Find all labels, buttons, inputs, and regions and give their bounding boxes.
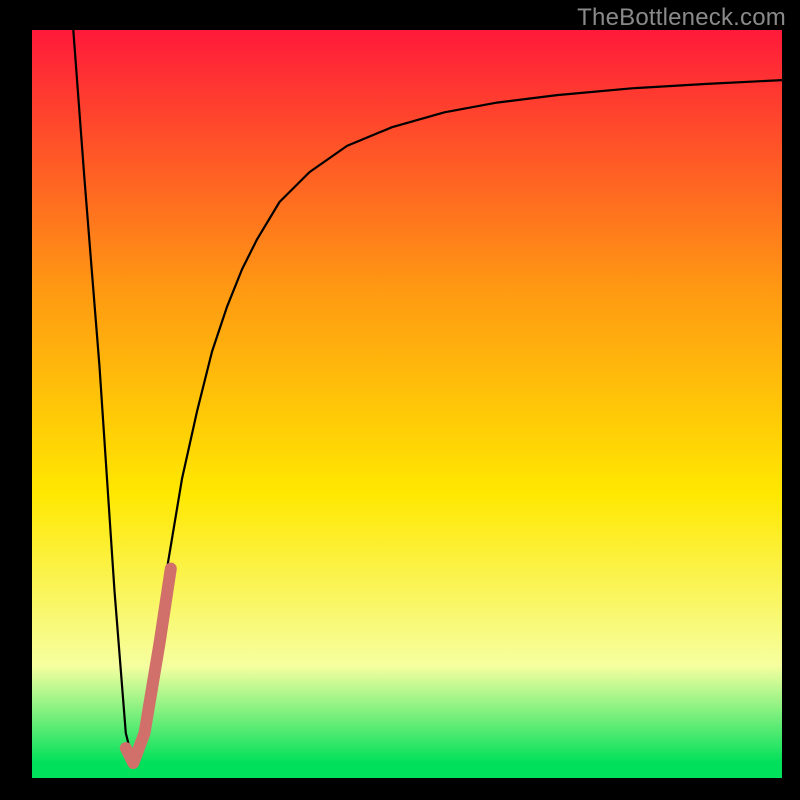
watermark-text: TheBottleneck.com xyxy=(577,4,786,32)
chart-frame: TheBottleneck.com xyxy=(0,0,800,800)
plot-area xyxy=(32,30,782,778)
bottleneck-chart xyxy=(0,0,800,800)
